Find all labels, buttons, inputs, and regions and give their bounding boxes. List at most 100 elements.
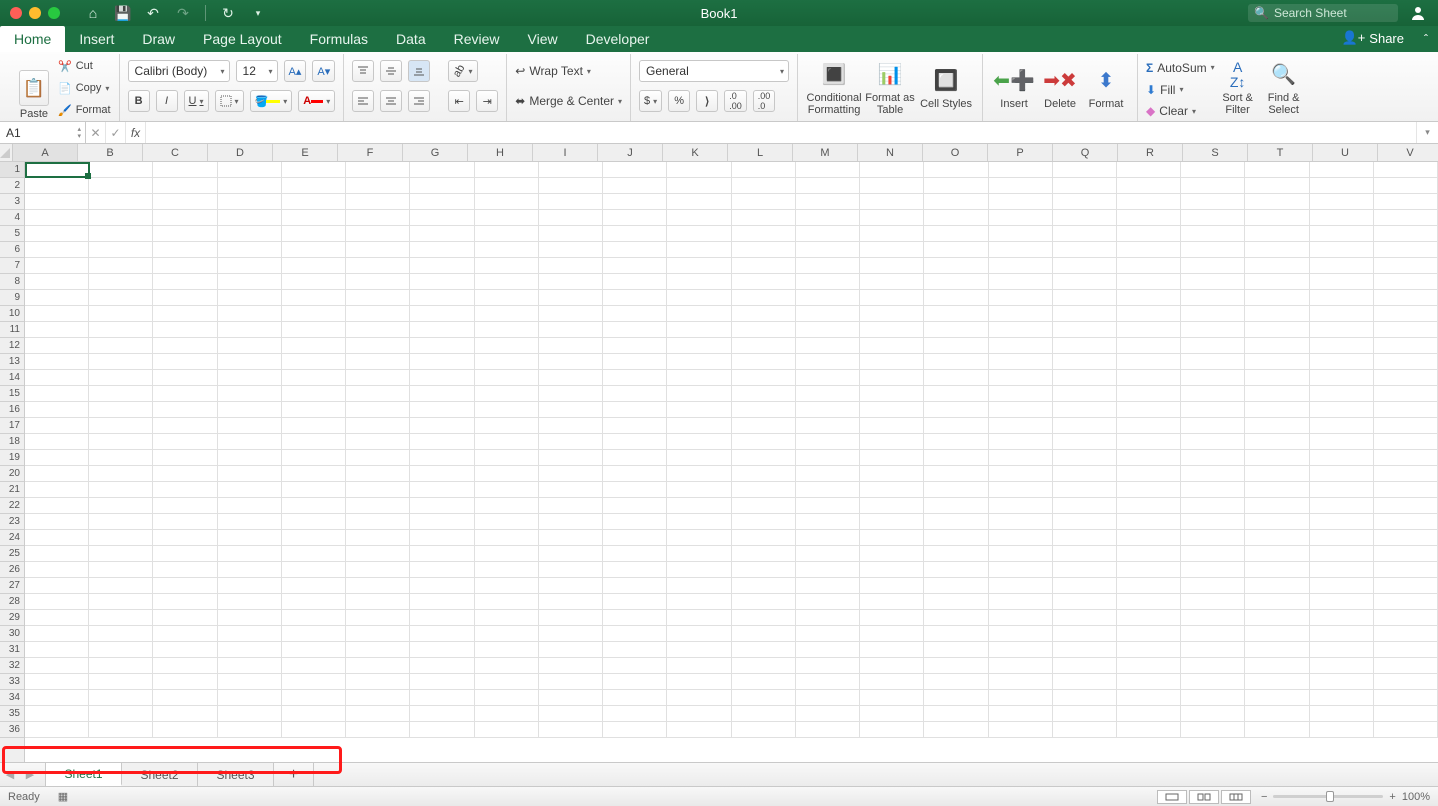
cell-O36[interactable] [924,722,988,738]
cell-C22[interactable] [153,498,217,514]
cell-S6[interactable] [1181,242,1245,258]
cell-K2[interactable] [667,178,731,194]
cell-R11[interactable] [1117,322,1181,338]
cell-T20[interactable] [1245,466,1309,482]
cell-T23[interactable] [1245,514,1309,530]
format-painter-button[interactable]: 🖌️Format [58,100,111,120]
cell-Q4[interactable] [1053,210,1117,226]
cell-P31[interactable] [989,642,1053,658]
cell-Q17[interactable] [1053,418,1117,434]
cell-D8[interactable] [218,274,282,290]
cell-G28[interactable] [410,594,474,610]
zoom-level[interactable]: 100% [1402,791,1430,803]
cell-U16[interactable] [1310,402,1374,418]
cell-S31[interactable] [1181,642,1245,658]
cell-D22[interactable] [218,498,282,514]
cell-A35[interactable] [25,706,89,722]
cell-F33[interactable] [346,674,410,690]
cell-J31[interactable] [603,642,667,658]
cell-N13[interactable] [860,354,924,370]
cell-N19[interactable] [860,450,924,466]
cell-A15[interactable] [25,386,89,402]
cell-E22[interactable] [282,498,346,514]
cell-V2[interactable] [1374,178,1438,194]
cell-J35[interactable] [603,706,667,722]
cell-C31[interactable] [153,642,217,658]
cell-Q34[interactable] [1053,690,1117,706]
cell-S33[interactable] [1181,674,1245,690]
cell-O7[interactable] [924,258,988,274]
cell-V1[interactable] [1374,162,1438,178]
row-header-8[interactable]: 8 [0,274,24,290]
cell-A19[interactable] [25,450,89,466]
cell-O28[interactable] [924,594,988,610]
cell-I4[interactable] [539,210,603,226]
cell-U35[interactable] [1310,706,1374,722]
column-header-F[interactable]: F [338,144,403,161]
cell-P11[interactable] [989,322,1053,338]
cell-E21[interactable] [282,482,346,498]
cell-A17[interactable] [25,418,89,434]
cell-C23[interactable] [153,514,217,530]
cell-D30[interactable] [218,626,282,642]
row-header-20[interactable]: 20 [0,466,24,482]
cell-D7[interactable] [218,258,282,274]
cell-Q35[interactable] [1053,706,1117,722]
conditional-formatting-button[interactable]: 🔳Conditional Formatting [806,56,862,120]
cell-F3[interactable] [346,194,410,210]
cell-M1[interactable] [796,162,860,178]
cell-V27[interactable] [1374,578,1438,594]
cell-A5[interactable] [25,226,89,242]
search-sheet-box[interactable]: 🔍 [1248,4,1398,22]
cell-L8[interactable] [732,274,796,290]
cell-Q25[interactable] [1053,546,1117,562]
cell-F17[interactable] [346,418,410,434]
cell-I20[interactable] [539,466,603,482]
cell-N35[interactable] [860,706,924,722]
cell-S4[interactable] [1181,210,1245,226]
cell-G8[interactable] [410,274,474,290]
cell-A9[interactable] [25,290,89,306]
cell-P36[interactable] [989,722,1053,738]
column-header-V[interactable]: V [1378,144,1438,161]
cell-M30[interactable] [796,626,860,642]
cell-N33[interactable] [860,674,924,690]
cell-U5[interactable] [1310,226,1374,242]
column-header-S[interactable]: S [1183,144,1248,161]
row-header-17[interactable]: 17 [0,418,24,434]
cell-P16[interactable] [989,402,1053,418]
cell-P7[interactable] [989,258,1053,274]
cell-B25[interactable] [89,546,153,562]
cell-K21[interactable] [667,482,731,498]
cell-L26[interactable] [732,562,796,578]
row-header-10[interactable]: 10 [0,306,24,322]
column-header-G[interactable]: G [403,144,468,161]
cell-E4[interactable] [282,210,346,226]
cell-U13[interactable] [1310,354,1374,370]
cell-G36[interactable] [410,722,474,738]
cell-V7[interactable] [1374,258,1438,274]
cell-T8[interactable] [1245,274,1309,290]
cell-J5[interactable] [603,226,667,242]
cell-L5[interactable] [732,226,796,242]
cell-L14[interactable] [732,370,796,386]
cell-E29[interactable] [282,610,346,626]
cell-T24[interactable] [1245,530,1309,546]
cell-H5[interactable] [475,226,539,242]
cell-T35[interactable] [1245,706,1309,722]
cell-N6[interactable] [860,242,924,258]
cell-H34[interactable] [475,690,539,706]
cell-P17[interactable] [989,418,1053,434]
underline-button[interactable]: U▾ [184,90,209,112]
account-icon[interactable] [1406,5,1430,21]
cell-P15[interactable] [989,386,1053,402]
cell-C34[interactable] [153,690,217,706]
autosum-button[interactable]: ΣAutoSum▾ [1146,58,1215,78]
cell-F25[interactable] [346,546,410,562]
cell-O25[interactable] [924,546,988,562]
cell-M13[interactable] [796,354,860,370]
cell-I10[interactable] [539,306,603,322]
cell-U1[interactable] [1310,162,1374,178]
cell-U12[interactable] [1310,338,1374,354]
cell-B14[interactable] [89,370,153,386]
